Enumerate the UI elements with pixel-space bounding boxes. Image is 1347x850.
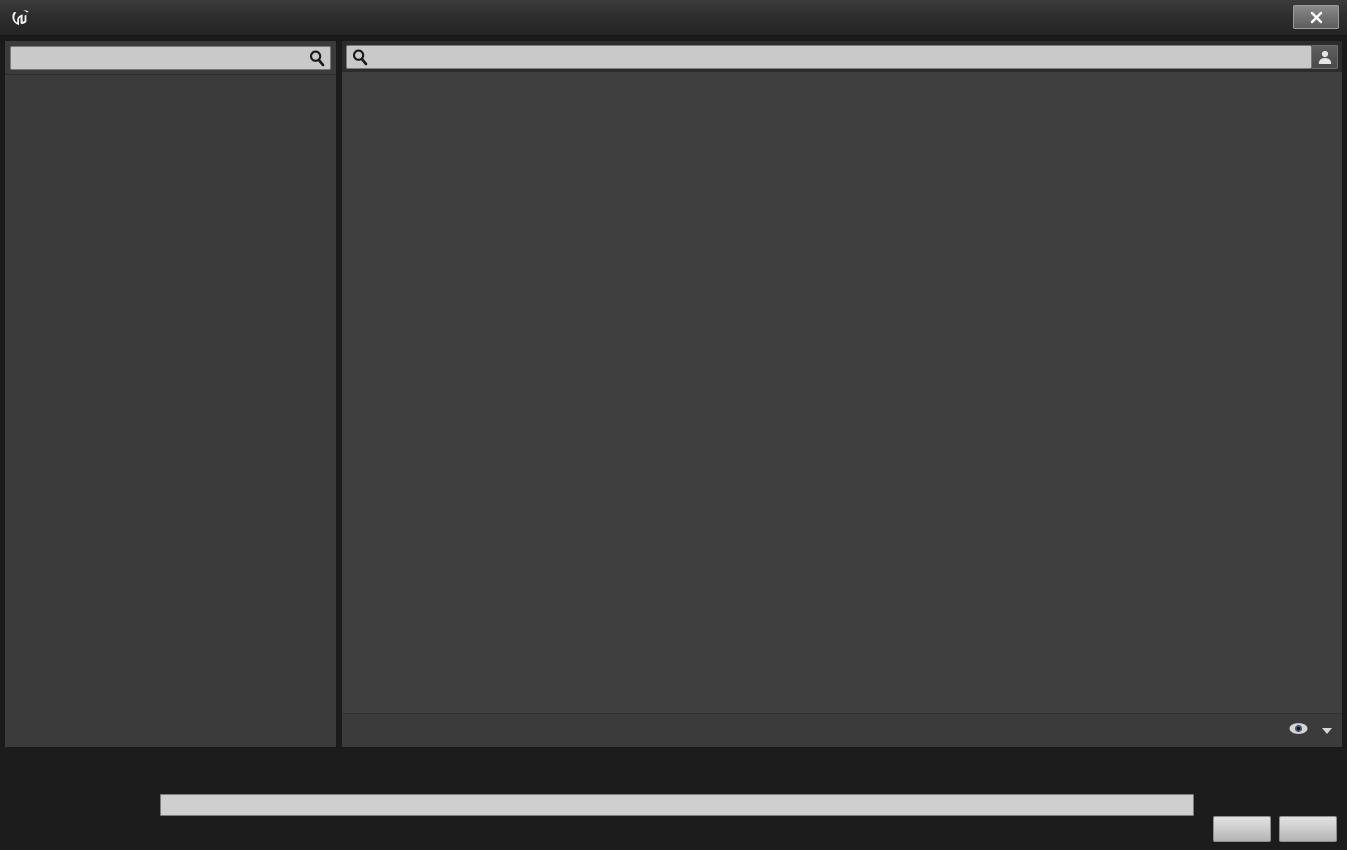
title-bar <box>0 0 1347 36</box>
dialog-button-row <box>1205 816 1337 842</box>
search-icon[interactable] <box>347 48 373 66</box>
unreal-engine-logo-icon <box>0 0 44 36</box>
save-asset-as-dialog <box>0 0 1347 850</box>
search-assets-input[interactable] <box>346 45 1312 69</box>
search-folders-input[interactable] <box>10 46 331 70</box>
path-row <box>0 764 1347 790</box>
eye-icon <box>1289 722 1308 739</box>
user-icon[interactable] <box>1312 45 1338 69</box>
asset-search-row <box>342 41 1342 72</box>
search-icon[interactable] <box>304 49 330 67</box>
save-form <box>0 748 1347 850</box>
folder-panel <box>4 40 337 748</box>
dialog-body <box>0 36 1347 748</box>
asset-name-input[interactable] <box>160 794 1194 816</box>
view-options-button[interactable] <box>1289 722 1332 739</box>
chevron-down-icon <box>1322 727 1332 734</box>
cancel-button[interactable] <box>1279 816 1337 842</box>
name-row <box>0 792 1347 818</box>
close-icon[interactable] <box>1293 5 1339 29</box>
asset-grid[interactable] <box>342 72 1342 713</box>
save-button[interactable] <box>1213 816 1271 842</box>
asset-footer <box>342 713 1342 747</box>
folder-tree[interactable] <box>5 74 336 747</box>
asset-panel <box>341 40 1343 748</box>
